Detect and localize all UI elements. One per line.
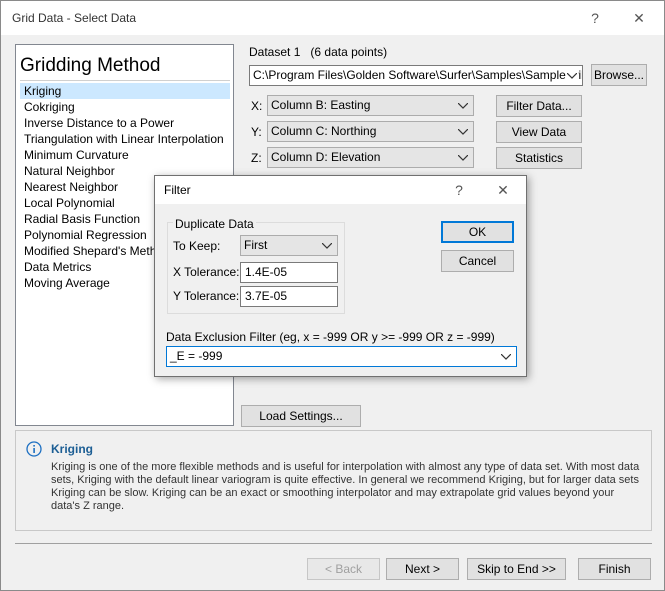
load-settings-button[interactable]: Load Settings...	[241, 405, 361, 427]
chevron-down-icon	[566, 66, 578, 85]
method-item[interactable]: Minimum Curvature	[20, 147, 230, 163]
filter-dialog: Filter ? ✕ Duplicate Data To Keep: First…	[154, 175, 527, 377]
next-button[interactable]: Next >	[386, 558, 459, 580]
exclusion-filter-label: Data Exclusion Filter (eg, x = -999 OR y…	[166, 330, 495, 344]
x-tolerance-label: X Tolerance:	[173, 265, 240, 279]
exclusion-filter-value: _E = -999	[170, 349, 223, 363]
y-tolerance-label: Y Tolerance:	[173, 289, 240, 303]
help-icon[interactable]: ?	[449, 181, 469, 199]
z-column-select[interactable]: Column D: Elevation	[267, 147, 474, 168]
window-title: Grid Data - Select Data	[12, 11, 137, 25]
skip-to-end-button[interactable]: Skip to End >>	[467, 558, 566, 580]
close-icon[interactable]: ✕	[493, 181, 513, 199]
filter-title-bar: Filter ? ✕	[155, 176, 526, 204]
browse-button[interactable]: Browse...	[591, 64, 647, 86]
x-column-value: Column B: Easting	[271, 98, 371, 112]
info-icon	[26, 441, 42, 460]
to-keep-value: First	[244, 238, 268, 252]
x-tolerance-field[interactable]: 1.4E-05	[240, 262, 338, 283]
z-axis-label: Z:	[251, 151, 262, 165]
finish-button[interactable]: Finish	[578, 558, 651, 580]
grid-data-window: Grid Data - Select Data ? ✕ Gridding Met…	[0, 0, 665, 591]
method-item[interactable]: Triangulation with Linear Interpolation	[20, 131, 230, 147]
close-icon[interactable]: ✕	[629, 9, 649, 27]
gridding-method-heading: Gridding Method	[20, 55, 161, 76]
footer-divider	[15, 543, 652, 544]
duplicate-data-label: Duplicate Data	[173, 217, 256, 231]
chevron-down-icon	[500, 347, 512, 366]
filter-data-button[interactable]: Filter Data...	[496, 95, 582, 117]
back-button[interactable]: < Back	[307, 558, 380, 580]
title-bar: Grid Data - Select Data ? ✕	[1, 1, 664, 35]
cancel-button[interactable]: Cancel	[441, 250, 514, 272]
dataset-label: Dataset 1	[249, 45, 301, 59]
ok-button[interactable]: OK	[441, 221, 514, 243]
chevron-down-icon	[457, 122, 469, 141]
y-column-select[interactable]: Column C: Northing	[267, 121, 474, 142]
to-keep-select[interactable]: First	[240, 235, 338, 256]
method-item[interactable]: Inverse Distance to a Power	[20, 115, 230, 131]
info-title: Kriging	[51, 442, 93, 456]
y-column-value: Column C: Northing	[271, 124, 377, 138]
dataset-points: (6 data points)	[310, 45, 388, 59]
chevron-down-icon	[321, 236, 333, 255]
method-info-panel: Kriging Kriging is one of the more flexi…	[15, 430, 652, 531]
dataset-path-value: C:\Program Files\Golden Software\Surfer\…	[253, 68, 583, 82]
x-axis-label: X:	[251, 99, 263, 113]
y-axis-label: Y:	[251, 125, 262, 139]
exclusion-filter-input[interactable]: _E = -999	[166, 346, 517, 367]
chevron-down-icon	[457, 148, 469, 167]
help-icon[interactable]: ?	[585, 9, 605, 27]
y-tolerance-field[interactable]: 3.7E-05	[240, 286, 338, 307]
chevron-down-icon	[457, 96, 469, 115]
dataset-header: Dataset 1 (6 data points)	[249, 45, 387, 59]
dataset-path-combo[interactable]: C:\Program Files\Golden Software\Surfer\…	[249, 65, 583, 86]
method-item[interactable]: Cokriging	[20, 99, 230, 115]
info-description: Kriging is one of the more flexible meth…	[51, 461, 640, 512]
method-item[interactable]: Kriging	[20, 83, 230, 99]
to-keep-label: To Keep:	[173, 239, 221, 253]
view-data-button[interactable]: View Data	[496, 121, 582, 143]
heading-divider	[20, 80, 230, 81]
filter-dialog-title: Filter	[164, 183, 191, 197]
x-column-select[interactable]: Column B: Easting	[267, 95, 474, 116]
statistics-button[interactable]: Statistics	[496, 147, 582, 169]
z-column-value: Column D: Elevation	[271, 150, 381, 164]
